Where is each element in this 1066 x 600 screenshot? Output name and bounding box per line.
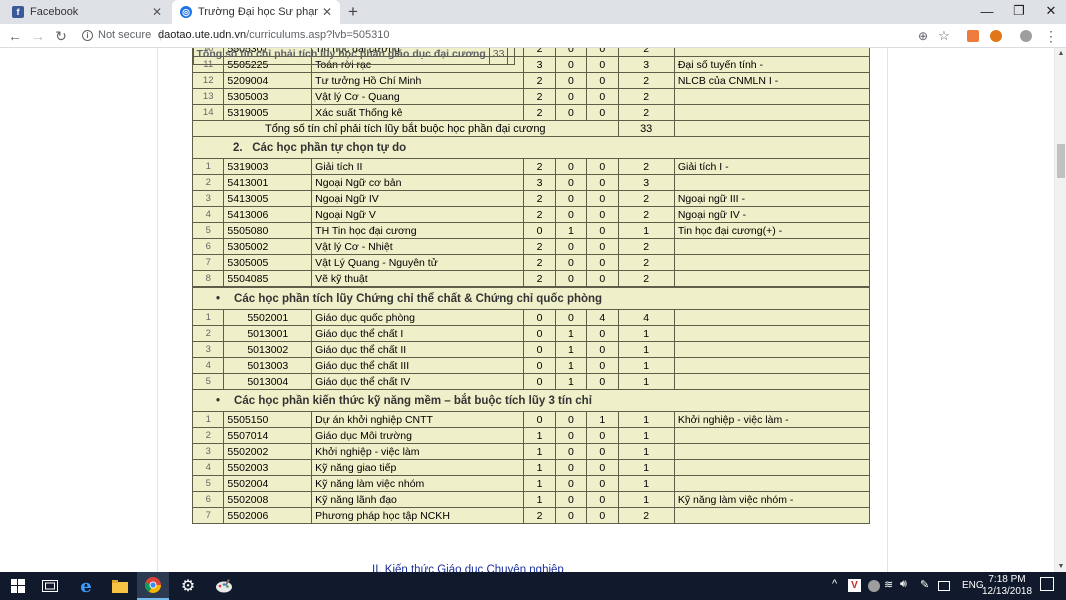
table-row: 4 5502003 Kỹ năng giao tiếp 1 0 0 1: [191, 459, 871, 476]
table-row: 1 5319003 Giải tích II 2 0 0 2 Giải tích I -: [191, 158, 871, 175]
clock-time: 7:18 PM: [988, 574, 1026, 585]
url-path: /curriculums.asp?lvb=505310: [246, 29, 390, 41]
minimize-button[interactable]: —: [972, 0, 1002, 22]
metamask-icon[interactable]: [990, 30, 1002, 42]
forward-arrow-icon[interactable]: →: [28, 26, 48, 46]
table-row: 7 5502006 Phương pháp học tập NCKH 2 0 0 2: [191, 507, 871, 524]
url-host: daotao.ute.udn.vn: [158, 29, 247, 41]
table-row: 8 5504085 Vẽ kỹ thuật 2 0 0 2: [191, 270, 871, 287]
table-row: 5 5505080 TH Tin học đại cương 0 1 0 1 Tin học …: [191, 222, 871, 239]
table-row: 6 5502008 Kỹ năng lãnh đạo 1 0 0 1 Kỹ năng làm …: [191, 491, 871, 508]
extension-icon[interactable]: [967, 30, 979, 42]
vertical-scrollbar[interactable]: ▲ ▼: [1054, 48, 1066, 572]
info-icon: i: [82, 29, 93, 41]
restore-button[interactable]: ❐: [1004, 0, 1034, 22]
table-row: 3 5413005 Ngoại Ngữ IV 2 0 0 2 Ngoại ngữ III -: [191, 190, 871, 207]
table-row: 2 5507014 Giáo dục Môi trường 1 0 0 1: [191, 427, 871, 444]
settings-icon[interactable]: ⚙: [172, 572, 204, 600]
close-tab-icon[interactable]: ✕: [322, 5, 332, 19]
close-tab-icon[interactable]: ✕: [152, 5, 162, 19]
section-heading: II. Kiến thức Giáo dục Chuyên nghiệp: [372, 564, 564, 572]
table-row: 5 5502004 Kỹ năng làm việc nhóm 1 0 0 1: [191, 475, 871, 492]
security-indicator[interactable]: i Not secure |: [82, 29, 162, 41]
scrollbar-thumb[interactable]: [1057, 144, 1065, 178]
pen-icon[interactable]: ✎: [920, 578, 929, 591]
page-viewport: 10 5505307 Tin học đại cương 2 0 0 2 11 5505225…: [0, 48, 1054, 572]
table-row: 4 5013003 Giáo dục thể chất III 0 1 0 1: [191, 357, 871, 374]
scroll-up-arrow-icon[interactable]: ▲: [1055, 50, 1066, 57]
total-row: Tổng số tín chỉ phải tích lũy học phần g…: [192, 48, 516, 65]
table-row: 14 5319005 Xác suất Thống kê 2 0 0 2: [191, 104, 871, 121]
group1-rows: 11 5505225 Toán rời rạc 3 0 0 3 Đại số tuyến tí…: [191, 56, 871, 137]
new-tab-button[interactable]: +: [344, 2, 362, 22]
tab-strip: f Facebook ✕ ◎ Trường Đại học Sư phạm Kỹ…: [0, 0, 1066, 24]
file-explorer-icon[interactable]: [104, 572, 136, 600]
paint-icon[interactable]: [208, 572, 240, 600]
globe-icon: ◎: [180, 6, 192, 18]
tray-user-icon[interactable]: [868, 580, 880, 592]
group3-rows: • Các học phần tích lũy Chứng chỉ thể chấ…: [191, 287, 871, 390]
notification-icon[interactable]: [1040, 577, 1054, 591]
reload-icon[interactable]: ↻: [51, 26, 71, 46]
close-window-button[interactable]: ✕: [1036, 0, 1066, 22]
tab-title: Facebook: [30, 6, 79, 18]
chrome-icon[interactable]: [137, 572, 169, 600]
volume-icon[interactable]: 🔊︎: [900, 578, 907, 591]
tab-ute[interactable]: ◎ Trường Đại học Sư phạm Kỹ thuật ✕: [172, 0, 340, 24]
keyboard-icon[interactable]: [938, 581, 950, 591]
scroll-down-arrow-icon[interactable]: ▼: [1055, 563, 1066, 570]
table-row: 2 5013001 Giáo dục thể chất I0101: [191, 325, 871, 342]
tab-title: Trường Đại học Sư phạm Kỹ thuật: [198, 6, 318, 18]
group-heading: • Các học phần tích lũy Chứng chỉ thể chấ…: [192, 287, 870, 310]
language-indicator[interactable]: ENG: [962, 580, 984, 591]
group-heading: 2. Các học phần tự chọn tự do: [192, 136, 870, 159]
table-row: 7 5305005 Vật Lý Quang - Nguyên tử 2 0 0 2: [191, 254, 871, 271]
tab-facebook[interactable]: f Facebook ✕: [4, 0, 170, 24]
profile-avatar[interactable]: [1020, 30, 1032, 42]
address-bar[interactable]: daotao.ute.udn.vn/curriculums.asp?lvb=50…: [158, 29, 389, 41]
back-arrow-icon[interactable]: ←: [5, 26, 25, 46]
table-row: 6 5305002 Vật lý Cơ - Nhiệt 2 0 0 2: [191, 238, 871, 255]
table-row: 2 5413001 Ngoại Ngữ cơ bản 3 0 0 3: [191, 174, 871, 191]
edge-icon[interactable]: e: [70, 572, 102, 600]
menu-kebab-icon[interactable]: ⋮: [1041, 26, 1061, 46]
group4-rows: • Các học phần kiến thức kỹ năng mềm – bắ…: [191, 389, 871, 524]
table-row: 12 5209004 Tư tưởng Hồ Chí Minh 2 0 0 2 NLCB củ…: [191, 72, 871, 89]
group-heading: • Các học phần kiến thức kỹ năng mềm – bắ…: [192, 389, 870, 412]
windows-taskbar: e ⚙ ^ V ≋ 🔊︎ ✎ ENG 7:18 PM 12/13/2018: [0, 572, 1066, 600]
facebook-icon: f: [12, 6, 24, 18]
bookmark-star-icon[interactable]: ☆: [934, 26, 954, 46]
curriculum-table: 10 5505307 Tin học đại cương 2 0 0 2 11 5505225…: [191, 48, 871, 524]
security-label: Not secure: [98, 29, 152, 41]
wifi-icon[interactable]: ≋: [884, 578, 893, 591]
table-row: 3 5502002 Khởi nghiệp - việc làm 1 0 0 1: [191, 443, 871, 460]
zoom-icon[interactable]: ⊕: [913, 26, 933, 46]
group2-rows: 2. Các học phần tự chọn tự do 1 5319003 Gi…: [191, 48, 871, 288]
tray-chevron-icon[interactable]: ^: [832, 578, 837, 590]
total-row: Tổng số tín chỉ phải tích lũy bắt buộc h…: [192, 120, 871, 137]
browser-toolbar: ← → ↻ i Not secure | daotao.ute.udn.vn/c…: [0, 24, 1066, 48]
clock[interactable]: 7:18 PM 12/13/2018: [982, 574, 1032, 598]
clock-date: 12/13/2018: [982, 586, 1033, 597]
task-view-icon[interactable]: [34, 572, 66, 600]
table-row: 13 5305003 Vật lý Cơ - Quang 2 0 0 2: [191, 88, 871, 105]
table-row: 4 5413006 Ngoại Ngữ V 2 0 0 2 Ngoại ngữ IV -: [191, 206, 871, 223]
table-row: 3 5013002 Giáo dục thể chất II 0 1 0 1: [191, 341, 871, 358]
table-row: 1 5502001 Giáo dục quốc phòng 0 0 4 4: [191, 309, 871, 326]
tray-app-icon[interactable]: V: [848, 579, 861, 592]
table-row: 1 5505150 Dự án khởi nghiệp CNTT 0 0 1 1 Khởi n…: [191, 411, 871, 428]
table-row: 5 5013004 Giáo dục thể chất IV 0 1 0 1: [191, 373, 871, 390]
windows-start-icon[interactable]: [2, 572, 34, 600]
